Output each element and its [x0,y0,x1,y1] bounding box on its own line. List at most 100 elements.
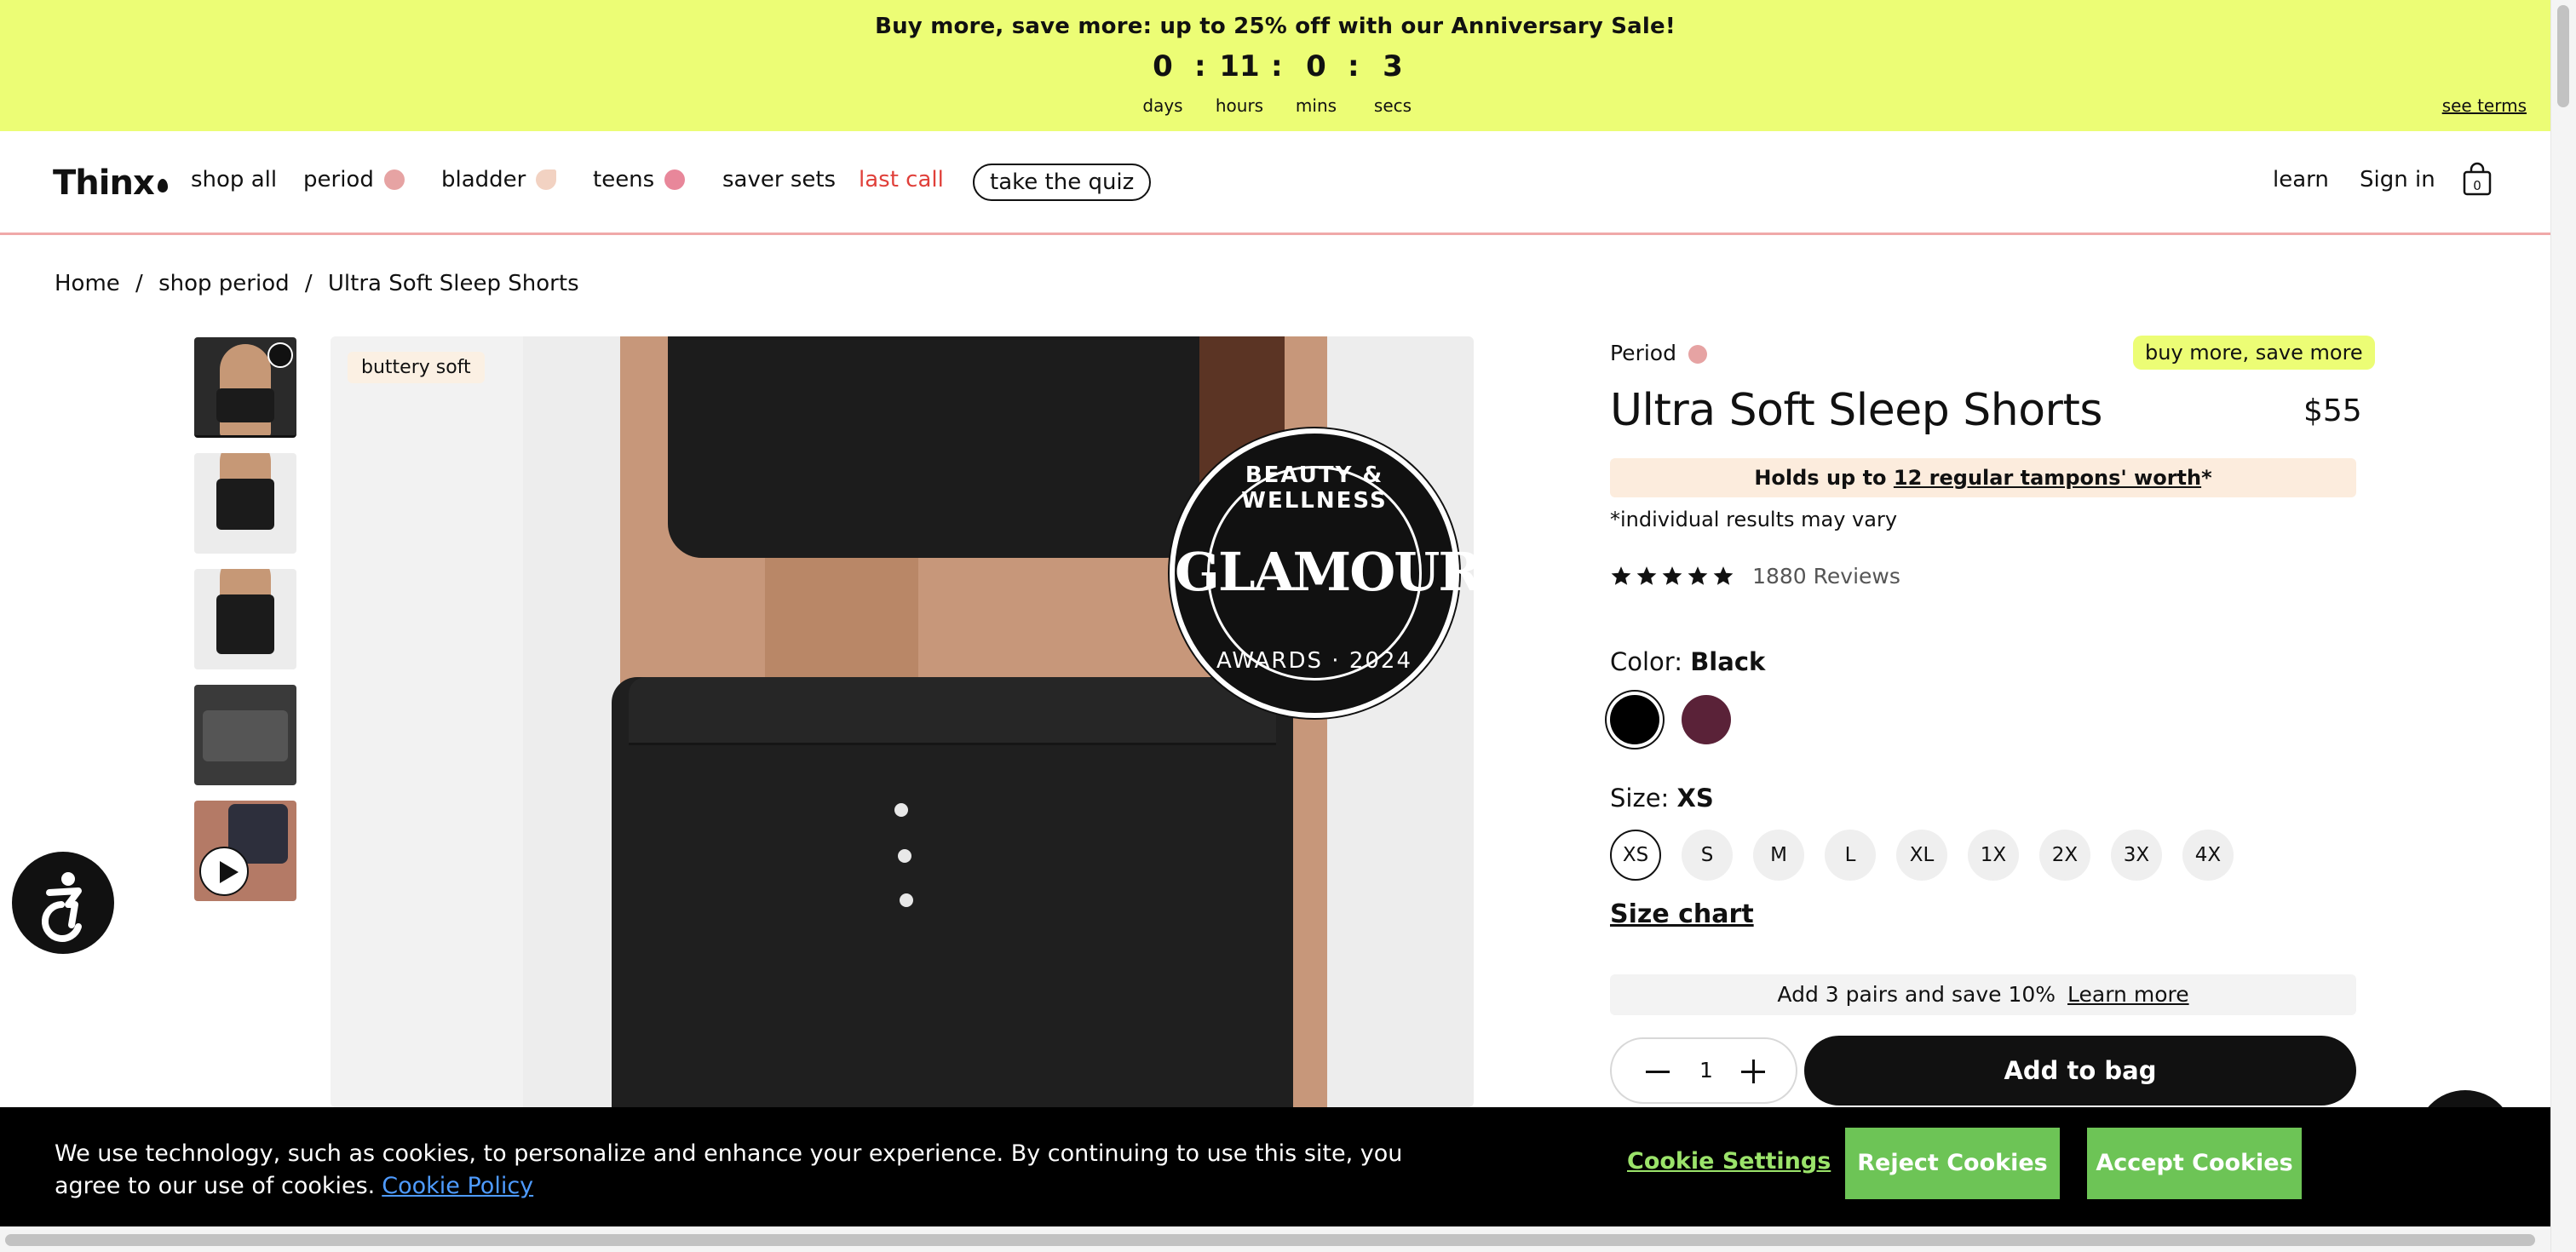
thumbnail-2[interactable] [194,453,296,554]
badge-main-text: GLAMOUR [1175,541,1474,603]
shorts-button [894,803,908,817]
thumbnail-shorts [216,594,274,654]
size-s[interactable]: S [1682,830,1733,881]
thinx-logo[interactable]: Thinx [53,164,168,203]
horizontal-scrollbar[interactable] [0,1226,2550,1252]
absorbency-banner: Holds up to 12 regular tampons' worth* [1610,458,2356,497]
vertical-scroll-thumb[interactable] [2557,5,2569,107]
sign-in-link[interactable]: Sign in [2360,167,2435,192]
size-xs[interactable]: XS [1610,830,1661,881]
countdown-mins-label: mins [1295,95,1337,116]
size-2x[interactable]: 2X [2039,830,2090,881]
nav-learn[interactable]: learn [2273,167,2329,192]
accessibility-button[interactable] [12,852,114,954]
star-icon [1662,566,1682,585]
promo-banner: Buy more, save more: up to 25% off with … [0,0,2550,131]
cart-button[interactable]: 0 [2462,162,2493,196]
color-label-text: Color: [1610,647,1682,676]
reject-cookies-button[interactable]: Reject Cookies [1845,1128,2060,1199]
bundle-learn-more-link[interactable]: Learn more [2067,982,2189,1007]
accept-cookies-button[interactable]: Accept Cookies [2087,1128,2302,1199]
countdown-mins: 0 mins [1278,48,1354,116]
quantity-value[interactable]: 1 [1693,1058,1719,1083]
buy-more-save-more-tag: buy more, save more [2133,336,2375,370]
holds-prefix: Holds up to [1754,466,1894,490]
rating-row[interactable]: 1880 Reviews [1610,564,1900,589]
thumbnail-4[interactable] [194,685,296,785]
countdown-hours-value: 11 [1219,49,1260,83]
take-quiz-button[interactable]: take the quiz [973,164,1152,201]
size-3x[interactable]: 3X [2111,830,2162,881]
results-disclaimer: *individual results may vary [1610,508,1898,531]
size-l[interactable]: L [1825,830,1876,881]
countdown-secs: 3 secs [1354,48,1431,116]
tampons-worth-link[interactable]: 12 regular tampons' worth [1894,466,2201,490]
countdown-days-label: days [1142,95,1183,116]
accessibility-icon [41,872,82,942]
nav-bladder[interactable]: bladder [441,167,557,192]
thumbnail-video[interactable] [194,801,296,901]
plus-icon[interactable] [1741,1060,1765,1083]
swatch-plum[interactable] [1682,695,1731,744]
breadcrumb-separator: / [135,271,143,296]
cookie-banner: We use technology, such as cookies, to p… [0,1107,2550,1226]
countdown-timer: 0 days : 11 hours : 0 mins : 3 secs [1124,48,1431,119]
bag-icon: 0 [2463,162,2492,196]
size-label: Size: XS [1610,784,1714,813]
product-hero-image[interactable]: buttery soft BEAUTY & WELLNESS GLAMOUR A… [331,336,1474,1107]
bundle-text: Add 3 pairs and save 10% [1777,982,2056,1007]
glamour-award-badge: BEAUTY & WELLNESS GLAMOUR AWARDS · 2024 [1170,428,1474,718]
nav-last-call[interactable]: last call [859,167,944,192]
size-chart-link[interactable]: Size chart [1610,899,1754,929]
hero-background [331,336,523,1107]
countdown-secs-value: 3 [1383,49,1403,83]
star-icon [1636,566,1657,585]
badge-bottom-text: AWARDS · 2024 [1216,648,1412,674]
fabric-detail-image [203,710,288,761]
thumbnail-1[interactable] [194,337,296,438]
swatch-black[interactable] [1610,695,1659,744]
add-to-bag-button[interactable]: Add to bag [1804,1036,2356,1106]
site-header: Thinx shop all period bladder teens save… [0,131,2550,235]
horizontal-scroll-thumb[interactable] [5,1234,2535,1246]
size-label-text: Size: [1610,784,1670,813]
cookie-message: We use technology, such as cookies, to p… [55,1138,1435,1203]
quantity-stepper: 1 [1610,1037,1797,1104]
cookie-text: We use technology, such as cookies, to p… [55,1140,1403,1199]
nav-teens[interactable]: teens [593,167,686,192]
period-dot-icon [383,169,405,190]
countdown-secs-label: secs [1373,95,1412,116]
size-4x[interactable]: 4X [2182,830,2234,881]
size-xl[interactable]: XL [1896,830,1947,881]
nav-bladder-label: bladder [441,167,526,192]
breadcrumb-current: Ultra Soft Sleep Shorts [327,271,579,296]
nav-saver-sets[interactable]: saver sets [722,167,836,192]
minus-icon[interactable] [1646,1071,1670,1073]
shorts-button [900,893,913,907]
see-terms-link[interactable]: see terms [2442,95,2527,116]
size-value: XS [1676,784,1714,813]
breadcrumb-home[interactable]: Home [55,271,120,296]
promo-text: Buy more, save more: up to 25% off with … [875,14,1676,39]
size-m[interactable]: M [1753,830,1804,881]
reviews-count[interactable]: 1880 Reviews [1752,564,1900,589]
cookie-settings-link[interactable]: Cookie Settings [1627,1148,1831,1174]
color-label: Color: Black [1610,647,1765,676]
star-icon [1713,566,1734,585]
teens-flower-icon [664,169,686,190]
star-icon [1688,566,1708,585]
nav-teens-label: teens [593,167,655,192]
size-1x[interactable]: 1X [1968,830,2019,881]
nav-period[interactable]: period [303,167,405,192]
play-icon[interactable] [199,847,249,896]
nav-shop-all[interactable]: shop all [191,167,277,192]
hero-crop-top [668,336,1199,558]
thumbnail-3[interactable] [194,569,296,669]
cookie-policy-link[interactable]: Cookie Policy [382,1173,533,1199]
breadcrumb-separator: / [304,271,313,296]
product-price: $55 [2303,393,2362,428]
breadcrumb-shop-period[interactable]: shop period [158,271,290,296]
buttery-soft-tag: buttery soft [348,352,485,383]
star-icon [1611,566,1631,585]
vertical-scrollbar[interactable] [2550,0,2576,1252]
